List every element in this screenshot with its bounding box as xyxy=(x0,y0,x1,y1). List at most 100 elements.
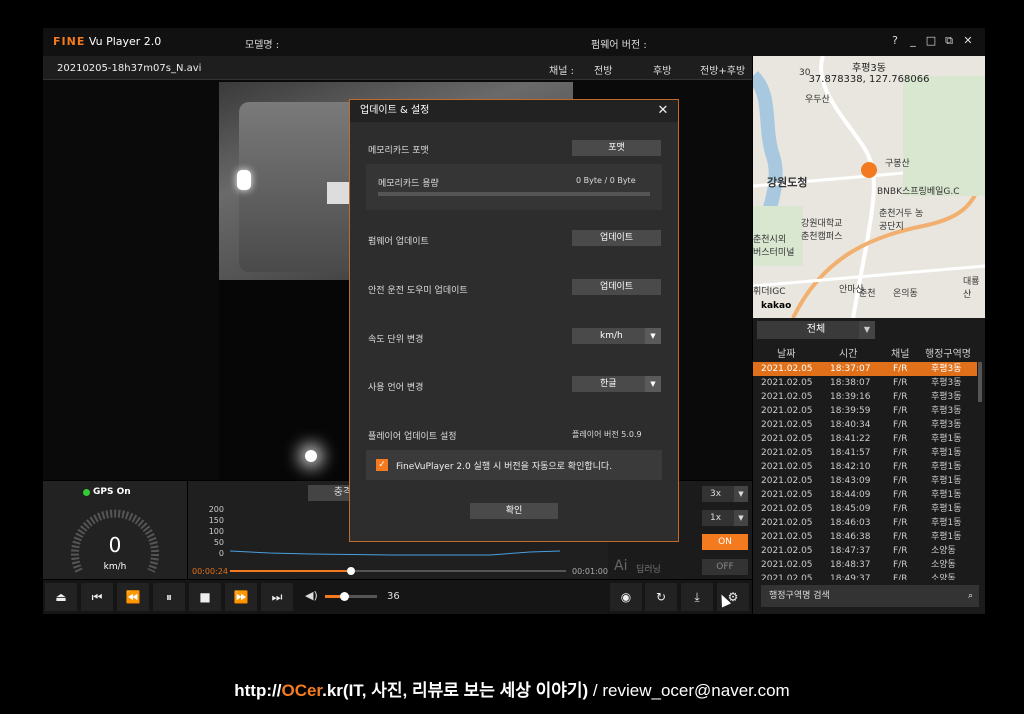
column-header-area[interactable]: 행정구역명 xyxy=(925,345,971,360)
cell-ch: F/R xyxy=(893,490,908,500)
y-tick: 50 xyxy=(213,538,224,547)
eject-icon[interactable]: ⏏ xyxy=(45,583,77,611)
speed-select-2[interactable]: 1x ▼ xyxy=(702,510,748,526)
cell-area: 후평3동 xyxy=(931,364,962,374)
format-button[interactable]: 포맷 xyxy=(572,140,661,156)
stop-icon[interactable]: ■ xyxy=(189,583,221,611)
cell-ch: F/R xyxy=(893,434,908,444)
list-item[interactable]: 2021.02.05 18:46:38 F/R 후평1동 xyxy=(753,530,977,544)
list-item[interactable]: 2021.02.05 18:41:22 F/R 후평1동 xyxy=(753,432,977,446)
memory-capacity-card: 메모리카드 용량 0 Byte / 0 Byte xyxy=(366,164,662,210)
scrollbar[interactable] xyxy=(978,362,982,402)
previous-icon[interactable]: ⏮ xyxy=(81,583,113,611)
refresh-icon[interactable]: ↻ xyxy=(645,583,677,611)
pause-icon[interactable]: ⏸ xyxy=(153,583,185,611)
cell-time: 18:48:37 xyxy=(830,560,871,570)
maximize-icon[interactable]: □ xyxy=(924,34,938,48)
volume-value: 36 xyxy=(387,591,400,602)
cell-time: 18:44:09 xyxy=(830,490,871,500)
event-list-panel: 전체 ▼ 날짜 시간 채널 행정구역명 2021.02.05 18:37:07 F/… xyxy=(753,318,985,584)
capacity-label: 메모리카드 용량 xyxy=(378,179,439,189)
map-label: 춘천거두 농공단지 xyxy=(879,209,924,232)
list-item[interactable]: 2021.02.05 18:45:09 F/R 후평1동 xyxy=(753,502,977,516)
channel-front[interactable]: 전방 xyxy=(594,62,612,77)
chevron-down-icon[interactable]: ▼ xyxy=(859,321,875,339)
checkbox-checked-icon[interactable]: ✓ xyxy=(376,459,388,471)
cell-ch: F/R xyxy=(893,406,908,416)
cell-date: 2021.02.05 xyxy=(761,532,813,542)
confirm-button[interactable]: 확인 xyxy=(470,503,558,519)
map-label: 강원도청 xyxy=(767,176,808,189)
map-label: 춘천 xyxy=(859,289,876,299)
cell-date: 2021.02.05 xyxy=(761,560,813,570)
list-item[interactable]: 2021.02.05 18:39:59 F/R 후평3동 xyxy=(753,404,977,418)
list-item[interactable]: 2021.02.05 18:43:09 F/R 후평1동 xyxy=(753,474,977,488)
map-view[interactable]: 후평3동 37.878338, 127.768066 30 우두산 구봉산 강원… xyxy=(753,56,985,318)
seek-handle[interactable] xyxy=(346,567,355,575)
list-item[interactable]: 2021.02.05 18:37:07 F/R 후평3동 xyxy=(753,362,977,376)
y-tick: 0 xyxy=(218,549,224,558)
minimize-icon[interactable]: _ xyxy=(906,34,920,48)
language-select[interactable]: 한글 ▼ xyxy=(572,376,661,392)
next-icon[interactable]: ⏭ xyxy=(261,583,293,611)
safety-update-button[interactable]: 업데이트 xyxy=(572,279,661,295)
rewind-icon[interactable]: ⏪ xyxy=(117,583,149,611)
list-item[interactable]: 2021.02.05 18:48:37 F/R 소양동 xyxy=(753,558,977,572)
cell-area: 소양동 xyxy=(931,546,956,556)
download-icon[interactable]: ⤓ xyxy=(681,583,713,611)
dialog-close-icon[interactable]: ✕ xyxy=(654,102,672,120)
y-tick: 200 xyxy=(208,505,224,514)
cell-time: 18:39:16 xyxy=(830,392,871,402)
channel-both[interactable]: 전방+후방 xyxy=(700,62,745,77)
list-item[interactable]: 2021.02.05 18:42:10 F/R 후평1동 xyxy=(753,460,977,474)
volume-icon[interactable]: ◀) xyxy=(305,589,318,602)
cell-time: 18:41:57 xyxy=(830,448,871,458)
camera-icon[interactable]: ◉ xyxy=(610,583,642,611)
player-update-label: 플레이어 업데이트 설정 xyxy=(368,432,457,442)
cell-date: 2021.02.05 xyxy=(761,546,813,556)
seek-track[interactable] xyxy=(230,570,566,572)
map-label: 강원대학교 춘천캠퍼스 xyxy=(801,219,843,242)
cell-ch: F/R xyxy=(893,364,908,374)
list-item[interactable]: 2021.02.05 18:41:57 F/R 후평1동 xyxy=(753,446,977,460)
speed-select-1[interactable]: 3x ▼ xyxy=(702,486,748,502)
auto-check-label: FineVuPlayer 2.0 실행 시 버전을 자동으로 확인합니다. xyxy=(396,462,613,472)
cell-time: 18:43:09 xyxy=(830,476,871,486)
gps-status: GPS On xyxy=(93,487,131,497)
list-item[interactable]: 2021.02.05 18:46:03 F/R 후평1동 xyxy=(753,516,977,530)
list-item[interactable]: 2021.02.05 18:39:16 F/R 후평3동 xyxy=(753,390,977,404)
list-item[interactable]: 2021.02.05 18:38:07 F/R 후평3동 xyxy=(753,376,977,390)
y-tick: 100 xyxy=(208,527,224,536)
column-header-channel[interactable]: 채널 xyxy=(891,345,909,360)
cell-area: 후평3동 xyxy=(931,392,962,402)
cell-date: 2021.02.05 xyxy=(761,504,813,514)
close-icon[interactable]: ✕ xyxy=(961,34,975,48)
cell-time: 18:41:22 xyxy=(830,434,871,444)
fast-forward-icon[interactable]: ⏩ xyxy=(225,583,257,611)
firmware-update-button[interactable]: 업데이트 xyxy=(572,230,661,246)
cell-date: 2021.02.05 xyxy=(761,378,813,388)
cell-area: 소양동 xyxy=(931,560,956,570)
toggle-off-button[interactable]: OFF xyxy=(702,559,748,575)
filter-select[interactable]: 전체 xyxy=(757,321,875,339)
restore-icon[interactable]: ⧉ xyxy=(942,34,956,48)
auto-check-row[interactable]: ✓ FineVuPlayer 2.0 실행 시 버전을 자동으로 확인합니다. xyxy=(366,450,662,480)
cell-area: 후평3동 xyxy=(931,378,962,388)
help-icon[interactable]: ? xyxy=(888,34,902,48)
speed-unit-select[interactable]: km/h ▼ xyxy=(572,328,661,344)
list-item[interactable]: 2021.02.05 18:40:34 F/R 후평3동 xyxy=(753,418,977,432)
cell-date: 2021.02.05 xyxy=(761,490,813,500)
toggle-on-button[interactable]: ON xyxy=(702,534,748,550)
column-header-date[interactable]: 날짜 xyxy=(777,345,795,360)
channel-rear[interactable]: 후방 xyxy=(653,62,671,77)
area-search-input[interactable]: 행정구역명 검색 ⌕ xyxy=(761,585,979,607)
speed-unit: km/h xyxy=(103,562,127,572)
chevron-down-icon: ▼ xyxy=(734,486,748,502)
speed-value: 0 xyxy=(108,533,122,557)
safety-update-label: 안전 운전 도우미 업데이트 xyxy=(368,286,468,296)
column-header-time[interactable]: 시간 xyxy=(839,345,857,360)
volume-slider[interactable] xyxy=(325,592,377,601)
list-item[interactable]: 2021.02.05 18:47:37 F/R 소양동 xyxy=(753,544,977,558)
list-item[interactable]: 2021.02.05 18:44:09 F/R 후평1동 xyxy=(753,488,977,502)
search-icon: ⌕ xyxy=(967,591,973,601)
